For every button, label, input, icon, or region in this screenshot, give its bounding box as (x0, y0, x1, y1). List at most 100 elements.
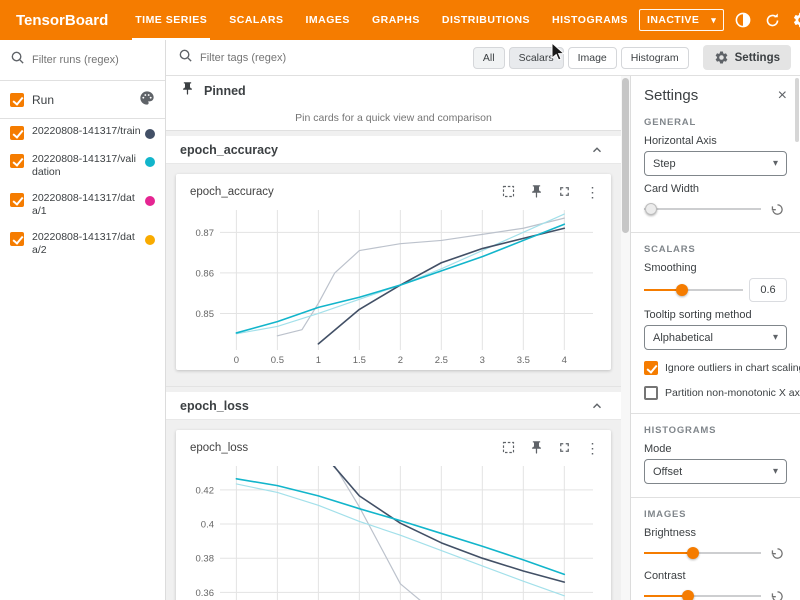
reset-icon[interactable] (767, 586, 787, 600)
tab-histograms[interactable]: HISTOGRAMS (541, 0, 639, 40)
epoch-accuracy-chart[interactable]: 00.511.522.533.540.850.860.87 (178, 202, 607, 370)
svg-text:0.4: 0.4 (201, 520, 214, 531)
section-header-epoch-loss[interactable]: epoch_loss (166, 392, 621, 420)
checkbox-label: Ignore outliers in chart scaling (665, 362, 800, 374)
search-icon (178, 48, 193, 68)
horizontal-axis-value: Step (653, 158, 676, 170)
run-checkbox[interactable] (10, 126, 24, 140)
svg-text:2.5: 2.5 (435, 355, 448, 366)
smoothing-label: Smoothing (644, 262, 787, 274)
kebab-menu-icon[interactable]: ⋮ (584, 183, 601, 200)
ignore-outliers-checkbox[interactable]: Ignore outliers in chart scaling (644, 360, 787, 375)
refresh-icon[interactable] (762, 10, 782, 30)
card-width-label: Card Width (644, 183, 787, 195)
partition-x-axis-checkbox[interactable]: Partition non-monotonic X axis (644, 385, 787, 400)
svg-text:0.42: 0.42 (196, 485, 215, 496)
card-width-slider[interactable] (644, 199, 761, 219)
histogram-mode-select[interactable]: Offset ▾ (644, 459, 787, 484)
reset-icon[interactable] (767, 199, 787, 219)
fit-to-data-icon[interactable] (500, 439, 517, 456)
mode-label: Mode (644, 443, 787, 455)
cards-region: epoch_loss ⋮ 00.511.522.533.540.360.380.… (166, 420, 621, 600)
header-actions: INACTIVE ▾ ? (639, 9, 800, 31)
tab-time-series[interactable]: TIME SERIES (124, 0, 218, 40)
chip-scalars[interactable]: Scalars (509, 47, 564, 69)
chevron-up-icon[interactable] (587, 396, 607, 416)
scalar-card-epoch-accuracy: epoch_accuracy ⋮ 00.511.522.533.540.850.… (176, 174, 611, 370)
tensorboard-app: TensorBoard TIME SERIES SCALARS IMAGES G… (0, 0, 800, 600)
run-label: 20220808-141317/validation (32, 153, 141, 179)
horizontal-axis-label: Horizontal Axis (644, 135, 787, 147)
reset-icon[interactable] (767, 543, 787, 563)
run-checkbox[interactable] (10, 193, 24, 207)
settings-panel: Settings × GENERAL Horizontal Axis Step … (630, 76, 800, 600)
contrast-slider[interactable] (644, 586, 761, 600)
settings-panel-scrollbar[interactable] (795, 78, 799, 142)
horizontal-axis-select[interactable]: Step ▾ (644, 151, 787, 176)
chip-histogram[interactable]: Histogram (621, 47, 689, 69)
section-header-epoch-accuracy[interactable]: epoch_accuracy (166, 136, 621, 164)
tooltip-sorting-select[interactable]: Alphabetical ▾ (644, 325, 787, 350)
tags-filter (178, 48, 473, 68)
slider-thumb[interactable] (676, 284, 688, 296)
scrollbar-thumb[interactable] (622, 78, 629, 233)
histograms-heading: HISTOGRAMS (644, 425, 787, 436)
checkbox-icon[interactable] (644, 361, 658, 375)
cards-area: Pinned Pin cards for a quick view and co… (166, 76, 621, 600)
run-row-train[interactable]: 20220808-141317/train (0, 119, 165, 147)
tags-filter-input[interactable] (200, 52, 473, 64)
run-row-validation[interactable]: 20220808-141317/validation (0, 147, 165, 186)
run-checkbox[interactable] (10, 154, 24, 168)
svg-text:2: 2 (398, 355, 403, 366)
pin-icon[interactable] (528, 439, 545, 456)
chevron-down-icon: ▾ (773, 332, 778, 343)
main-scrollbar[interactable] (621, 76, 630, 600)
runs-column-header: Run (0, 81, 165, 119)
brightness-slider[interactable] (644, 543, 761, 563)
smoothing-slider[interactable] (644, 280, 743, 300)
settings-button-label: Settings (735, 52, 780, 64)
tab-graphs[interactable]: GRAPHS (361, 0, 431, 40)
chip-all[interactable]: All (473, 47, 505, 69)
settings-button[interactable]: Settings (703, 45, 791, 70)
tag-type-filter-chips: All Scalars Image Histogram (473, 47, 689, 69)
tab-images[interactable]: IMAGES (295, 0, 361, 40)
checkbox-icon[interactable] (644, 386, 658, 400)
histogram-mode-value: Offset (653, 466, 682, 478)
fit-to-data-icon[interactable] (500, 183, 517, 200)
checkbox-label: Partition non-monotonic X axis (665, 387, 800, 399)
chip-image[interactable]: Image (568, 47, 617, 69)
svg-text:0.38: 0.38 (196, 554, 215, 565)
gear-icon[interactable] (791, 10, 800, 30)
tab-scalars[interactable]: SCALARS (218, 0, 294, 40)
runs-column-title: Run (32, 93, 131, 107)
fullscreen-icon[interactable] (556, 183, 573, 200)
data-status-dropdown[interactable]: INACTIVE ▾ (639, 9, 724, 31)
slider-thumb[interactable] (687, 547, 699, 559)
slider-thumb[interactable] (645, 203, 657, 215)
card-title: epoch_accuracy (190, 186, 274, 198)
chevron-up-icon[interactable] (587, 140, 607, 160)
color-palette-icon[interactable] (139, 90, 155, 109)
run-row-data-1[interactable]: 20220808-141317/data/1 (0, 186, 165, 225)
run-label: 20220808-141317/data/1 (32, 192, 141, 218)
run-checkbox[interactable] (10, 232, 24, 246)
slider-thumb[interactable] (682, 590, 694, 600)
runs-filter-input[interactable] (32, 54, 155, 66)
epoch-loss-chart[interactable]: 00.511.522.533.540.360.380.40.42 (178, 458, 607, 600)
select-all-runs-checkbox[interactable] (10, 93, 24, 107)
kebab-menu-icon[interactable]: ⋮ (584, 439, 601, 456)
svg-text:3: 3 (480, 355, 485, 366)
tab-distributions[interactable]: DISTRIBUTIONS (431, 0, 541, 40)
section-title: epoch_loss (180, 399, 249, 413)
fullscreen-icon[interactable] (556, 439, 573, 456)
scalar-card-epoch-loss: epoch_loss ⋮ 00.511.522.533.540.360.380.… (176, 430, 611, 600)
run-row-data-2[interactable]: 20220808-141317/data/2 (0, 225, 165, 264)
theme-toggle-icon[interactable] (733, 10, 753, 30)
pin-icon[interactable] (528, 183, 545, 200)
close-icon[interactable]: × (778, 88, 787, 104)
pin-icon (180, 81, 195, 101)
slider-track[interactable] (644, 208, 761, 210)
run-color-dot (145, 157, 155, 167)
smoothing-value-input[interactable] (749, 278, 787, 302)
